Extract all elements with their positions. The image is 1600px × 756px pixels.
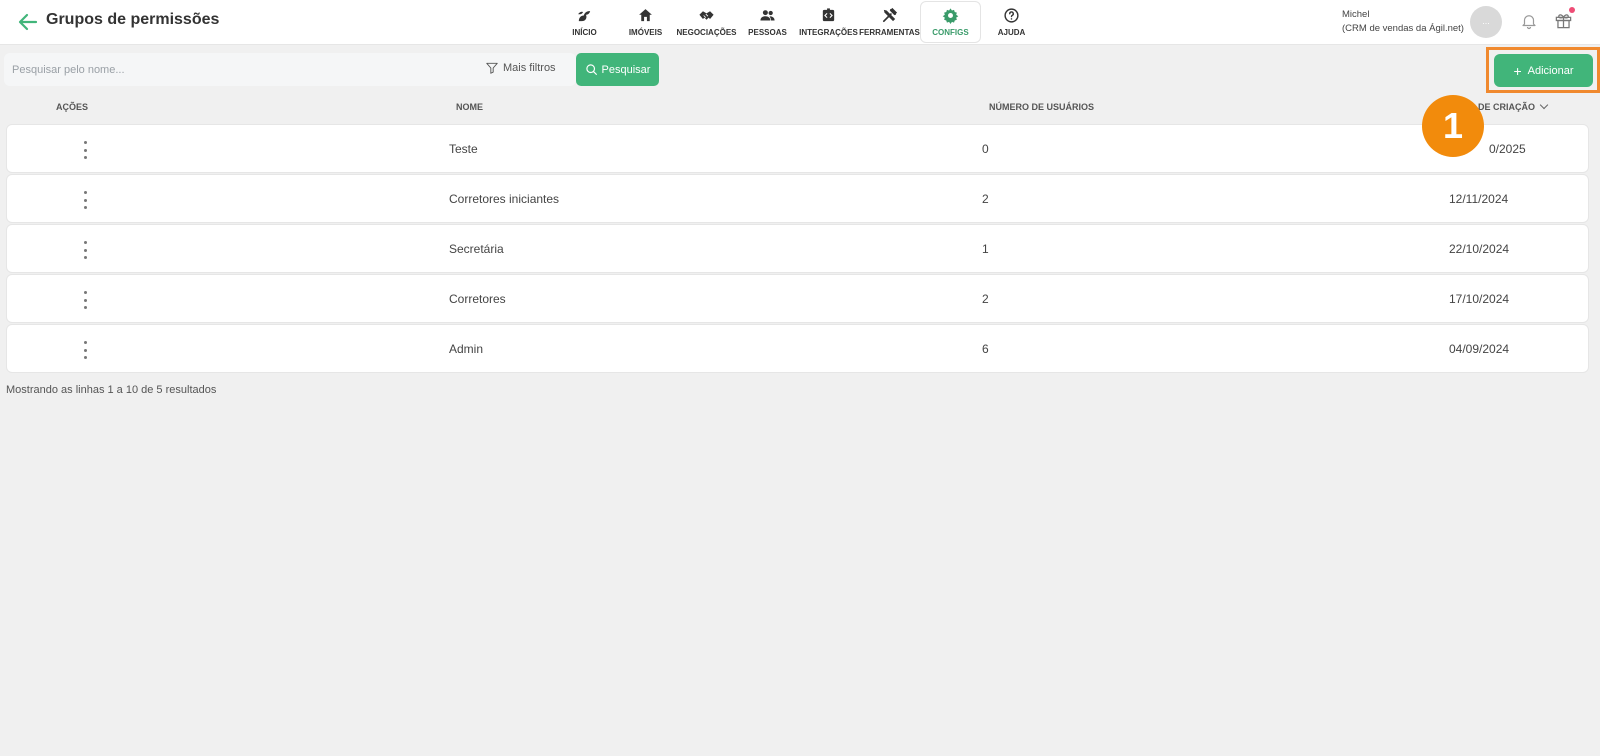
column-header-usuarios: NÚMERO DE USUÁRIOS	[989, 102, 1095, 112]
results-summary: Mostrando as linhas 1 a 10 de 5 resultad…	[6, 384, 217, 396]
plus-icon: +	[1513, 62, 1522, 79]
cell-name: Corretores	[449, 292, 506, 306]
cell-name: Admin	[449, 342, 484, 356]
back-arrow-icon[interactable]	[16, 10, 40, 34]
kebab-menu-icon[interactable]	[77, 291, 93, 309]
nav-item-imoveis[interactable]: IMÓVEIS	[615, 1, 676, 43]
nav-label: NEGOCIAÇÕES	[676, 28, 737, 37]
table-row[interactable]: Secretária 1 22/10/2024	[6, 224, 1589, 273]
cell-created: 04/09/2024	[1449, 342, 1510, 356]
cell-users: 1	[982, 242, 989, 256]
integration-icon	[822, 8, 835, 22]
kebab-menu-icon[interactable]	[77, 341, 93, 359]
chevron-down-icon	[1539, 100, 1549, 110]
top-bar: Grupos de permissões INÍCIO IMÓVEIS NEGO…	[0, 0, 1600, 45]
nav-item-negociacoes[interactable]: NEGOCIAÇÕES	[676, 1, 737, 43]
people-icon	[760, 10, 775, 21]
nav-item-inicio[interactable]: INÍCIO	[554, 1, 615, 43]
avatar[interactable]: ...	[1470, 6, 1502, 38]
filter-icon	[486, 62, 498, 74]
user-company: (CRM de vendas da Ágil.net)	[1342, 23, 1464, 34]
cell-created: 22/10/2024	[1449, 242, 1510, 256]
main-nav: INÍCIO IMÓVEIS NEGOCIAÇÕES PESSOAS INTEG…	[554, 0, 1042, 44]
more-filters-button[interactable]: Mais filtros	[485, 61, 556, 75]
gift-icon[interactable]	[1554, 11, 1573, 30]
squirrel-icon	[578, 11, 591, 22]
bell-icon[interactable]	[1520, 12, 1538, 30]
kebab-menu-icon[interactable]	[77, 141, 93, 159]
help-icon	[1004, 8, 1019, 23]
add-button-label: Adicionar	[1527, 64, 1574, 77]
table-row[interactable]: Admin 6 04/09/2024	[6, 324, 1589, 373]
column-header-criacao[interactable]: DE CRIAÇÃO	[1478, 100, 1549, 112]
nav-label: CONFIGS	[932, 28, 969, 37]
nav-item-pessoas[interactable]: PESSOAS	[737, 1, 798, 43]
cell-created: 17/10/2024	[1449, 292, 1510, 306]
table-row[interactable]: Corretores iniciantes 2 12/11/2024	[6, 174, 1589, 223]
search-bar: Mais filtros	[4, 53, 576, 86]
step-badge: 1	[1422, 95, 1484, 157]
cell-name: Secretária	[449, 242, 504, 256]
search-input[interactable]	[4, 53, 464, 86]
kebab-menu-icon[interactable]	[77, 241, 93, 259]
nav-item-ajuda[interactable]: AJUDA	[981, 1, 1042, 43]
nav-item-ferramentas[interactable]: FERRAMENTAS	[859, 1, 920, 43]
column-header-criacao-label: DE CRIAÇÃO	[1478, 102, 1536, 112]
add-button[interactable]: + Adicionar	[1494, 54, 1593, 87]
nav-label: IMÓVEIS	[628, 28, 663, 37]
table-row[interactable]: Corretores 2 17/10/2024	[6, 274, 1589, 323]
nav-label: FERRAMENTAS	[859, 28, 920, 37]
cell-name: Teste	[449, 142, 478, 156]
kebab-menu-icon[interactable]	[77, 191, 93, 209]
nav-label: INÍCIO	[572, 28, 597, 37]
nav-label: AJUDA	[997, 28, 1026, 37]
nav-label: INTEGRAÇÕES	[799, 28, 858, 37]
column-header-acoes: AÇÕES	[56, 102, 89, 112]
permissions-table: Teste 0 0/2025 Corretores iniciantes 2 1…	[6, 124, 1589, 374]
cell-users: 0	[982, 142, 989, 156]
column-header-nome: NOME	[456, 102, 483, 112]
cell-name: Corretores iniciantes	[449, 192, 560, 206]
cell-users: 2	[982, 292, 989, 306]
search-icon	[585, 64, 597, 75]
table-row[interactable]: Teste 0 0/2025	[6, 124, 1589, 173]
cell-created: 0/2025	[1489, 142, 1526, 156]
user-name: Michel	[1342, 9, 1370, 20]
nav-label: PESSOAS	[748, 28, 787, 37]
user-info[interactable]: Michel (CRM de vendas da Ágil.net)	[1342, 8, 1464, 36]
cell-users: 6	[982, 342, 989, 356]
notification-dot	[1569, 7, 1575, 13]
page-title: Grupos de permissões	[46, 11, 220, 28]
cell-created: 12/11/2024	[1449, 192, 1509, 206]
home-icon	[639, 9, 652, 22]
tools-icon	[882, 7, 898, 23]
nav-item-integracoes[interactable]: INTEGRAÇÕES	[798, 1, 859, 43]
more-filters-label: Mais filtros	[503, 62, 556, 74]
search-button[interactable]: Pesquisar	[576, 53, 659, 86]
nav-item-configs[interactable]: CONFIGS	[920, 1, 981, 43]
cell-users: 2	[982, 192, 989, 206]
handshake-icon	[699, 11, 714, 20]
search-button-label: Pesquisar	[601, 63, 651, 76]
gear-icon	[942, 8, 959, 24]
